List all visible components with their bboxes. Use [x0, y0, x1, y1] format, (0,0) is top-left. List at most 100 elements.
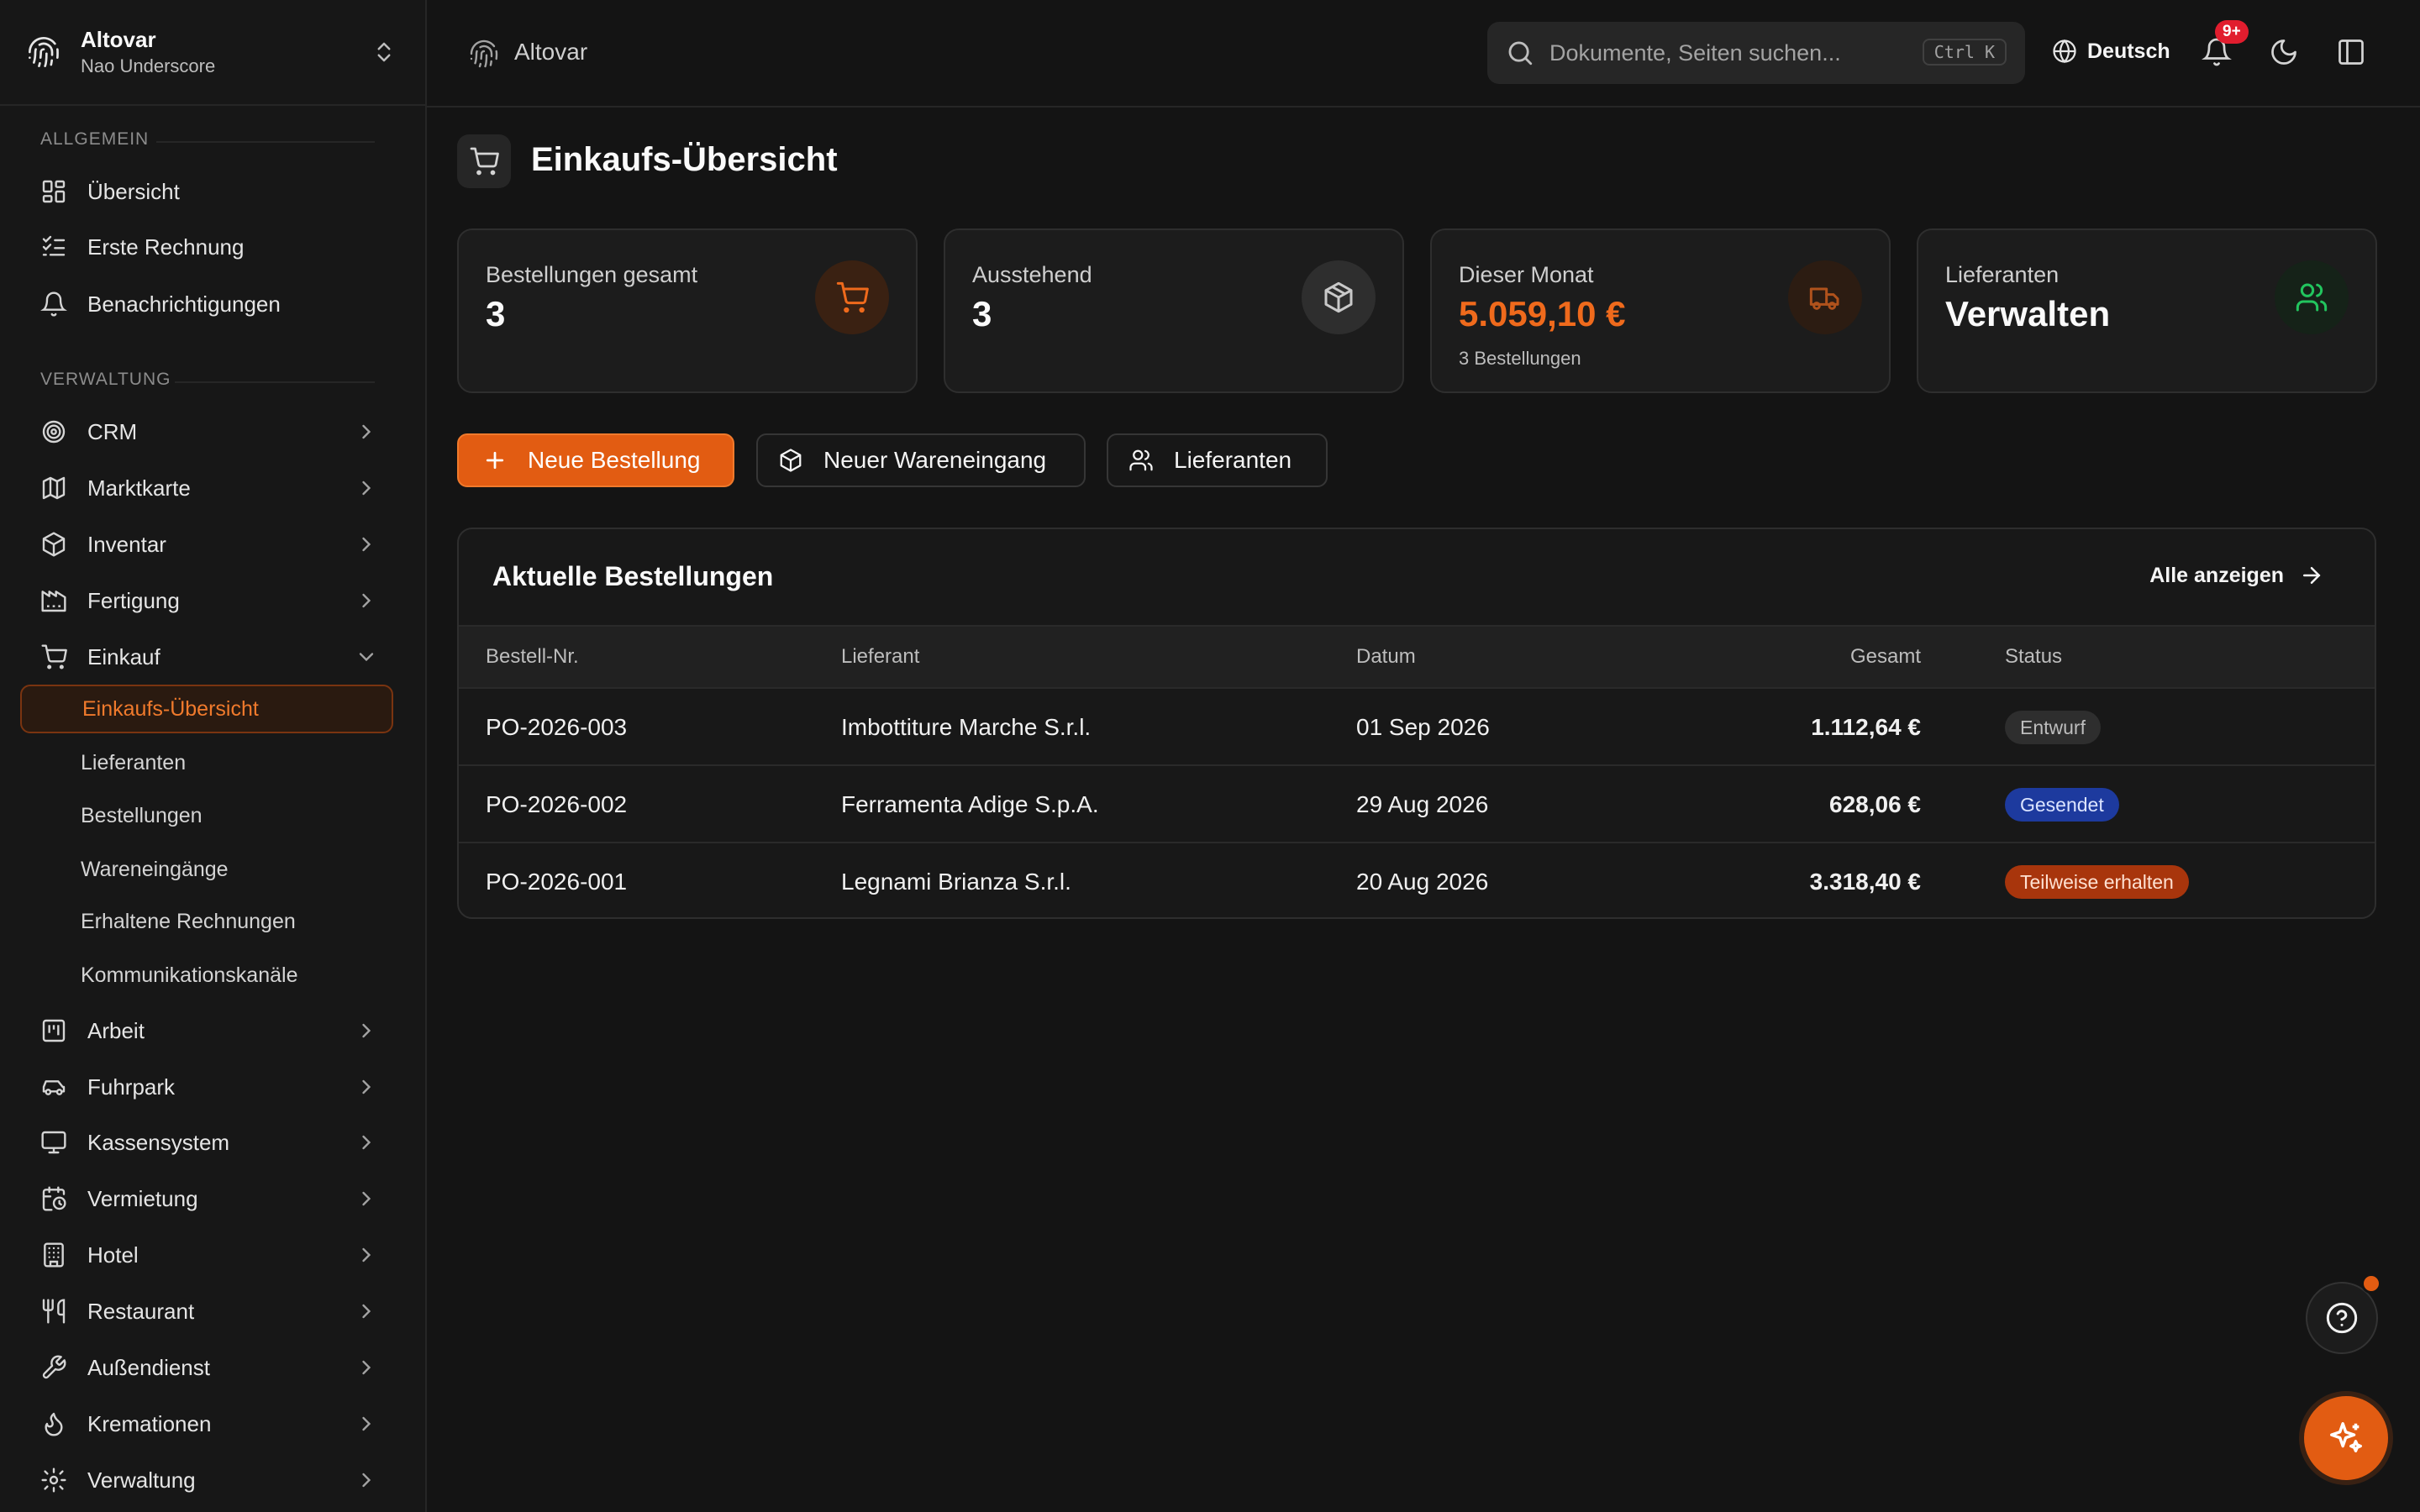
column-header-date: Datum [1356, 645, 1416, 668]
chevron-right-icon [355, 1019, 378, 1042]
fingerprint-logo-icon [469, 39, 499, 69]
arrow-right-icon [2299, 563, 2324, 588]
chevron-right-icon [355, 589, 378, 612]
stat-label: Bestellungen gesamt [486, 262, 698, 287]
sidebar-subitem-orders[interactable]: Bestellungen [20, 791, 393, 840]
language-selector[interactable]: Deutsch [2052, 39, 2170, 64]
sidebar-item-label: Inventar [87, 531, 166, 557]
package-icon [778, 448, 803, 473]
sidebar-item-label: Außendienst [87, 1354, 210, 1380]
view-all-link[interactable]: Alle anzeigen [2149, 563, 2324, 588]
sidebar-item-administration[interactable]: Verwaltung [20, 1456, 400, 1504]
box-icon [40, 531, 67, 558]
map-icon [40, 475, 67, 501]
view-all-label: Alle anzeigen [2149, 563, 2284, 587]
sidebar-item-label: Kassensystem [87, 1129, 230, 1155]
target-icon [40, 418, 67, 445]
section-admin: VERWALTUNG [40, 370, 375, 390]
chevron-right-icon [355, 1412, 378, 1436]
new-order-label: Neue Bestellung [528, 447, 701, 473]
stat-value: 3 [972, 294, 992, 333]
monitor-icon [40, 1129, 67, 1156]
search-input[interactable]: Dokumente, Seiten suchen... Ctrl K [1487, 22, 2025, 84]
checklist-icon [40, 234, 67, 260]
theme-toggle-button[interactable] [2269, 37, 2302, 71]
app-title: Altovar [514, 39, 588, 65]
order-supplier: Imbottiture Marche S.r.l. [841, 714, 1092, 740]
settings-icon [40, 1467, 67, 1494]
chevron-right-icon [355, 1468, 378, 1492]
stat-subtext: 3 Bestellungen [1459, 348, 1581, 369]
sidebar-item-crm[interactable]: CRM [20, 407, 400, 456]
sidebar-item-pos[interactable]: Kassensystem [20, 1118, 400, 1167]
building-icon [40, 1242, 67, 1268]
sidebar-item-cremations[interactable]: Kremationen [20, 1399, 400, 1448]
app-root: Altovar Nao Underscore ALLGEMEIN Übersic… [0, 0, 2420, 1512]
sidebar-item-rental[interactable]: Vermietung [20, 1174, 400, 1223]
table-row[interactable]: PO-2026-001 Legnami Brianza S.r.l. 20 Au… [459, 843, 2375, 917]
sidebar-subitem-goods-receipts[interactable]: Wareneingänge [20, 845, 393, 894]
sidebar-item-label: Verwaltung [87, 1467, 196, 1493]
sidebar-subitem-suppliers[interactable]: Lieferanten [20, 738, 393, 787]
stat-label: Dieser Monat [1459, 262, 1594, 287]
toggle-sidebar-button[interactable] [2336, 37, 2370, 71]
table-row[interactable]: PO-2026-002 Ferramenta Adige S.p.A. 29 A… [459, 766, 2375, 843]
suppliers-button[interactable]: Lieferanten [1107, 433, 1328, 487]
section-admin-label: VERWALTUNG [40, 370, 171, 389]
sidebar-item-hotel[interactable]: Hotel [20, 1231, 400, 1279]
sidebar-item-label: Arbeit [87, 1017, 145, 1043]
new-goods-receipt-button[interactable]: Neuer Wareneingang [756, 433, 1086, 487]
chevron-right-icon [355, 420, 378, 444]
sidebar-item-label: CRM [87, 418, 138, 444]
stat-card-this-month: Dieser Monat 5.059,10 € 3 Bestellungen [1430, 228, 1891, 393]
section-divider [156, 141, 375, 143]
help-indicator-dot [2361, 1273, 2381, 1294]
sidebar-item-work[interactable]: Arbeit [20, 1006, 400, 1055]
chevron-right-icon [355, 1187, 378, 1210]
ai-assistant-button[interactable] [2304, 1396, 2388, 1480]
sidebar-item-label: Marktkarte [87, 475, 191, 501]
globe-icon [2052, 39, 2077, 64]
sidebar-item-notifications[interactable]: Benachrichtigungen [20, 280, 400, 328]
sidebar-item-inventory[interactable]: Inventar [20, 520, 400, 569]
chevron-right-icon [355, 476, 378, 500]
search-shortcut-hint: Ctrl K [1922, 39, 2007, 66]
sidebar-item-label: Hotel [87, 1242, 139, 1268]
kanban-icon [40, 1017, 67, 1044]
order-date: 01 Sep 2026 [1356, 714, 1490, 740]
sidebar-item-production[interactable]: Fertigung [20, 576, 400, 625]
fingerprint-logo-icon [27, 35, 60, 69]
sidebar-item-purchasing[interactable]: Einkauf [20, 633, 400, 681]
sidebar-subitem-communication-channels[interactable]: Kommunikationskanäle [20, 951, 393, 1000]
order-date: 29 Aug 2026 [1356, 791, 1489, 817]
stat-card-suppliers[interactable]: Lieferanten Verwalten [1917, 228, 2377, 393]
sidebar-item-market-map[interactable]: Marktkarte [20, 464, 400, 512]
sidebar-item-fleet[interactable]: Fuhrpark [20, 1063, 400, 1111]
sidebar-item-label: Restaurant [87, 1298, 195, 1324]
sidebar-item-restaurant[interactable]: Restaurant [20, 1287, 400, 1336]
sidebar-item-label: Einkauf [87, 643, 160, 669]
column-header-total: Gesamt [1849, 645, 1921, 668]
chevron-right-icon [355, 1243, 378, 1267]
order-total: 1.112,64 € [1811, 714, 1921, 740]
main-content: Einkaufs-Übersicht Bestellungen gesamt 3… [427, 108, 2420, 1512]
dashboard-icon [40, 178, 67, 205]
plus-icon [482, 448, 508, 473]
sidebar-item-field-service[interactable]: Außendienst [20, 1343, 400, 1392]
workspace-switcher[interactable]: Altovar Nao Underscore [0, 0, 425, 106]
column-header-order-no: Bestell-Nr. [486, 645, 579, 668]
sidebar-item-first-invoice[interactable]: Erste Rechnung [20, 223, 400, 271]
sidebar-subitem-purchase-overview[interactable]: Einkaufs-Übersicht [20, 685, 393, 733]
notification-badge: 9+ [2215, 20, 2249, 44]
section-general-label: ALLGEMEIN [40, 129, 150, 149]
workspace-user: Nao Underscore [81, 55, 216, 76]
table-row[interactable]: PO-2026-003 Imbottiture Marche S.r.l. 01… [459, 689, 2375, 766]
sidebar-item-overview[interactable]: Übersicht [20, 167, 400, 216]
wrench-icon [40, 1354, 67, 1381]
stat-label: Ausstehend [972, 262, 1092, 287]
sidebar-subitem-received-invoices[interactable]: Erhaltene Rechnungen [20, 897, 393, 946]
recent-orders-panel: Aktuelle Bestellungen Alle anzeigen Best… [457, 528, 2376, 919]
new-order-button[interactable]: Neue Bestellung [457, 433, 734, 487]
status-badge: Teilweise erhalten [2005, 865, 2189, 899]
calendar-clock-icon [40, 1185, 67, 1212]
